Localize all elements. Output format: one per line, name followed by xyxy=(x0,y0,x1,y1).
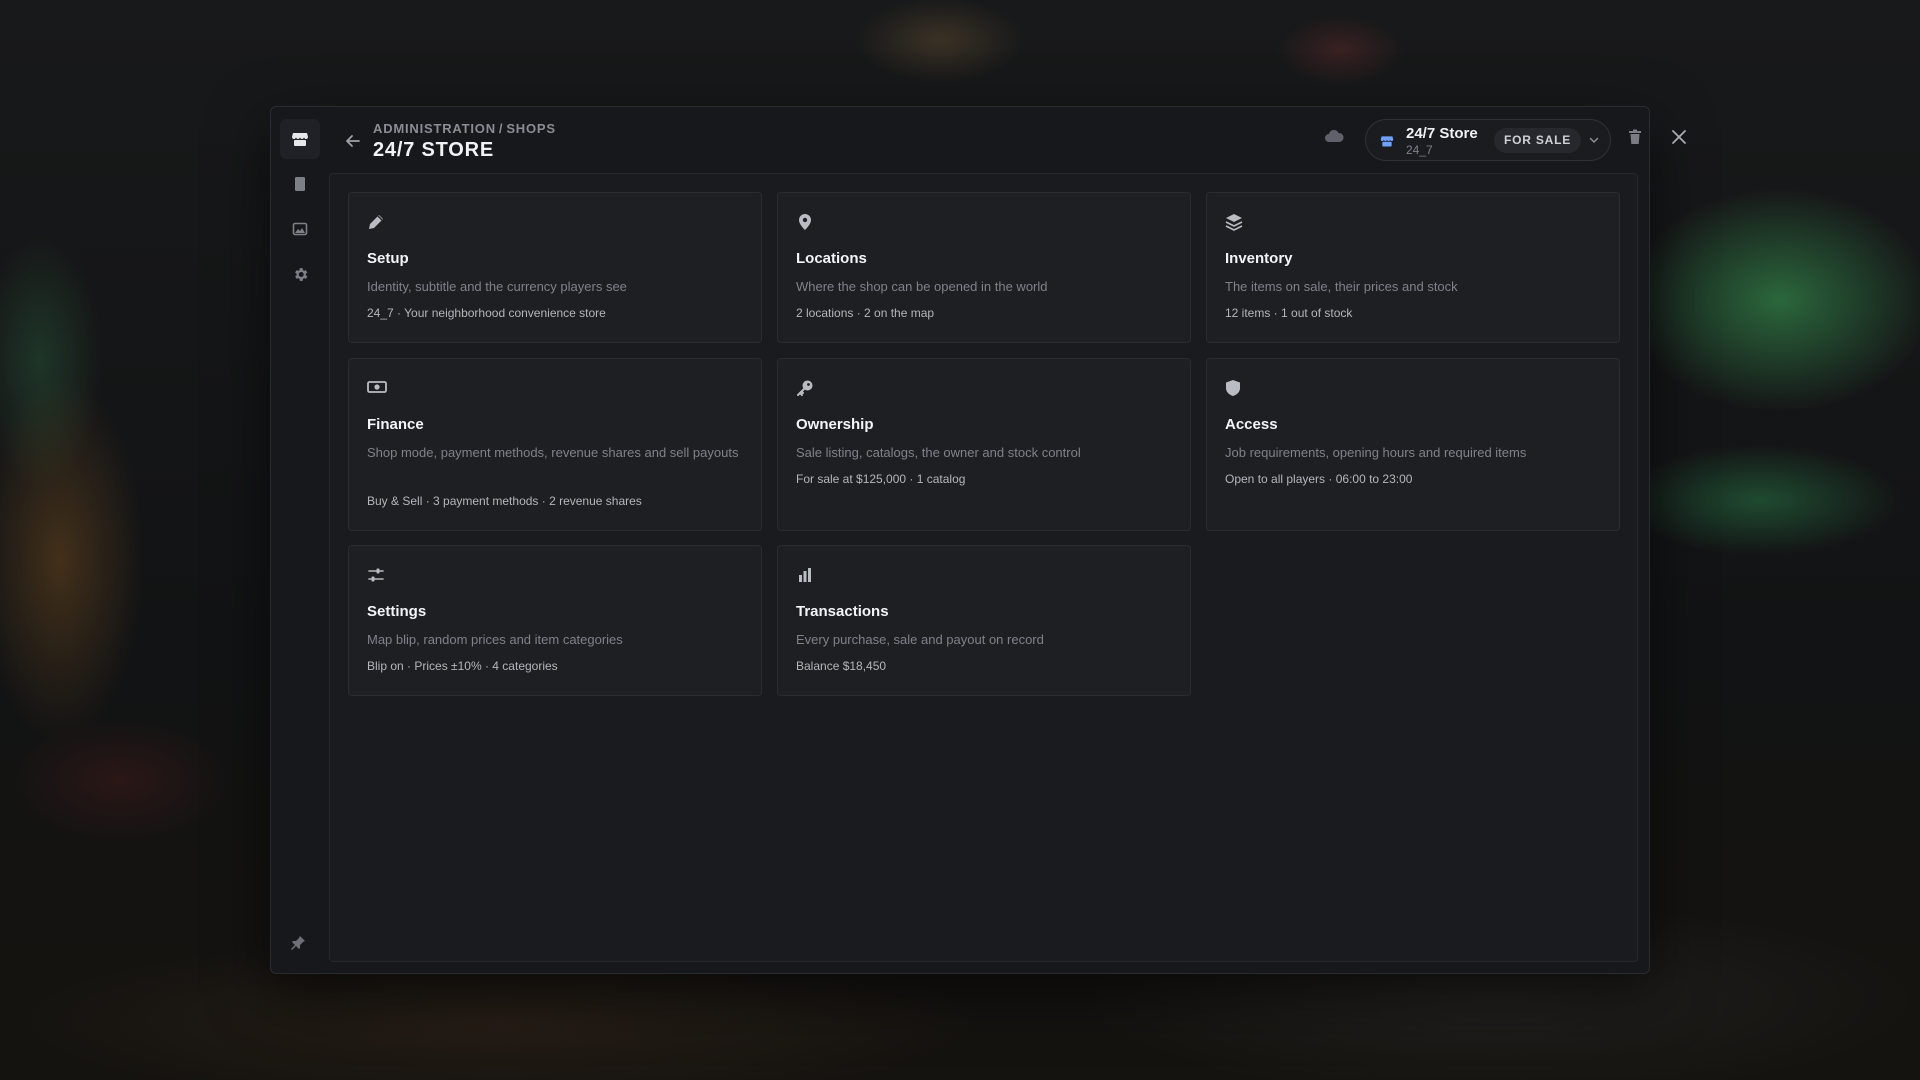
breadcrumb-separator: / xyxy=(498,121,504,136)
card-description: Identity, subtitle and the currency play… xyxy=(367,279,627,294)
gear-icon xyxy=(294,267,307,281)
shop-picker[interactable]: 24/7 Store 24_7 FOR SALE xyxy=(1365,119,1611,161)
image-icon xyxy=(292,222,308,236)
card-finance[interactable]: Finance Shop mode, payment methods, reve… xyxy=(348,358,762,531)
card-meta: Balance $18,450 xyxy=(796,659,887,673)
pin-button[interactable] xyxy=(290,935,306,956)
card-grid: Setup Identity, subtitle and the currenc… xyxy=(329,173,1638,962)
card-description: Job requirements, opening hours and requ… xyxy=(1225,445,1527,460)
card-meta: For sale at $125,000 · 1 catalog xyxy=(796,472,966,486)
breadcrumb: ADMINISTRATION / SHOPS xyxy=(373,121,556,136)
card-title: Settings xyxy=(367,603,427,620)
breadcrumb-item[interactable]: ADMINISTRATION xyxy=(373,121,496,136)
rail-settings-button[interactable] xyxy=(280,254,320,294)
card-title: Inventory xyxy=(1225,250,1293,267)
money-icon xyxy=(367,379,387,400)
cloud-icon xyxy=(1325,129,1344,142)
delete-button[interactable] xyxy=(1628,129,1642,150)
back-button[interactable] xyxy=(337,125,369,157)
layers-icon xyxy=(1225,213,1243,236)
bar-chart-icon xyxy=(796,566,814,589)
card-settings[interactable]: Settings Map blip, random prices and ite… xyxy=(348,545,762,696)
page-title: 24/7 STORE xyxy=(373,139,495,161)
breadcrumb-item[interactable]: SHOPS xyxy=(506,121,556,136)
close-button[interactable] xyxy=(1670,128,1688,151)
card-description: Sale listing, catalogs, the owner and st… xyxy=(796,445,1081,460)
card-meta: Buy & Sell · 3 payment methods · 2 reven… xyxy=(367,494,642,508)
store-icon xyxy=(1380,134,1394,153)
arrow-left-icon xyxy=(346,135,360,147)
sliders-icon xyxy=(367,566,385,589)
shield-icon xyxy=(1225,379,1241,402)
shop-id: 24_7 xyxy=(1406,143,1433,157)
chevron-down-icon xyxy=(1588,133,1600,151)
location-pin-icon xyxy=(796,213,814,236)
pencil-icon xyxy=(367,213,385,236)
card-meta: 2 locations · 2 on the map xyxy=(796,306,935,320)
side-rail xyxy=(271,107,329,973)
card-title: Transactions xyxy=(796,603,889,620)
card-meta: Open to all players · 06:00 to 23:00 xyxy=(1225,472,1413,486)
shop-admin-window: ADMINISTRATION / SHOPS 24/7 STORE 24/7 Sto… xyxy=(270,106,1686,974)
card-description: The items on sale, their prices and stoc… xyxy=(1225,279,1458,294)
trash-icon xyxy=(1629,129,1641,144)
card-inventory[interactable]: Inventory The items on sale, their price… xyxy=(1206,192,1620,343)
book-icon xyxy=(295,177,305,191)
card-setup[interactable]: Setup Identity, subtitle and the currenc… xyxy=(348,192,762,343)
key-icon xyxy=(796,379,814,402)
cloud-button[interactable] xyxy=(1324,129,1344,148)
card-meta: Blip on · Prices ±10% · 4 categories xyxy=(367,659,558,673)
card-ownership[interactable]: Ownership Sale listing, catalogs, the ow… xyxy=(777,358,1191,531)
card-meta: 24_7 · Your neighborhood convenience sto… xyxy=(367,306,606,320)
card-access[interactable]: Access Job requirements, opening hours a… xyxy=(1206,358,1620,531)
card-description: Shop mode, payment methods, revenue shar… xyxy=(367,445,739,460)
shop-name: 24/7 Store xyxy=(1406,125,1478,142)
card-locations[interactable]: Locations Where the shop can be opened i… xyxy=(777,192,1191,343)
store-icon xyxy=(292,133,308,146)
rail-book-button[interactable] xyxy=(280,164,320,204)
card-title: Finance xyxy=(367,416,424,433)
rail-store-button[interactable] xyxy=(280,119,320,159)
card-meta: 12 items · 1 out of stock xyxy=(1225,306,1353,320)
card-description: Map blip, random prices and item categor… xyxy=(367,632,623,647)
window-header: ADMINISTRATION / SHOPS 24/7 STORE 24/7 Sto… xyxy=(329,107,1686,173)
card-title: Setup xyxy=(367,250,409,267)
pin-icon xyxy=(291,936,305,950)
rail-gallery-button[interactable] xyxy=(280,209,320,249)
card-title: Locations xyxy=(796,250,867,267)
status-badge: FOR SALE xyxy=(1494,128,1582,153)
card-description: Every purchase, sale and payout on recor… xyxy=(796,632,1044,647)
card-title: Ownership xyxy=(796,416,874,433)
card-description: Where the shop can be opened in the worl… xyxy=(796,279,1048,294)
card-transactions[interactable]: Transactions Every purchase, sale and pa… xyxy=(777,545,1191,696)
card-title: Access xyxy=(1225,416,1278,433)
close-icon xyxy=(1672,130,1686,144)
